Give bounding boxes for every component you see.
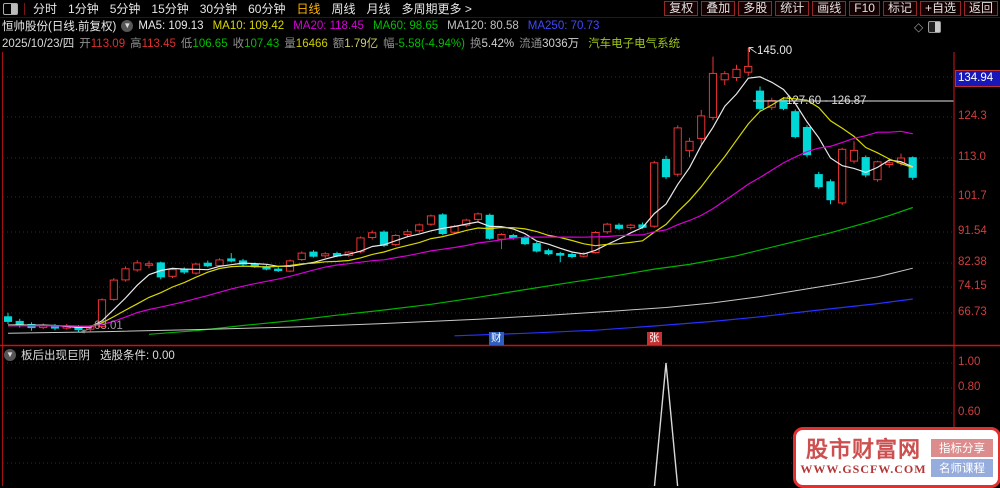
period-tab-日线[interactable]: 日线 bbox=[296, 0, 320, 17]
period-tab-周线[interactable]: 周线 bbox=[331, 0, 355, 17]
annotation-lines bbox=[79, 47, 954, 334]
price-tick-label: 66.73 bbox=[958, 306, 987, 318]
period-tab-月线[interactable]: 月线 bbox=[367, 0, 391, 17]
quote-field-幅: 幅-5.58(-4.94%) bbox=[383, 37, 465, 50]
quote-info-row: 2025/10/23/四 开113.09 高113.45 低106.65 收107.4… bbox=[2, 35, 680, 51]
price-tick-label: 101.7 bbox=[958, 190, 987, 202]
axis-highlight-price: 134.94 bbox=[955, 70, 1000, 87]
price-tick-label: 74.15 bbox=[958, 280, 987, 292]
tool-button-返回[interactable]: 返回 bbox=[963, 1, 998, 16]
quote-fields: 开113.09 高113.45 低106.65 收107.43 量16466 额1.79亿… bbox=[79, 35, 584, 51]
highest-price-label: 145.00 bbox=[757, 45, 793, 57]
period-tab-60分钟[interactable]: 60分钟 bbox=[248, 0, 285, 17]
ma-legend-item: MA60: 98.65 bbox=[372, 20, 439, 32]
ma-line-MA60 bbox=[148, 206, 913, 335]
tool-button-F10[interactable]: F10 bbox=[849, 1, 880, 16]
ma-lines bbox=[7, 76, 914, 337]
trade-date: 2025/10/23/四 bbox=[2, 37, 75, 50]
quote-field-收: 收107.43 bbox=[232, 37, 280, 50]
quote-field-开: 开113.09 bbox=[79, 37, 126, 50]
window-split-icon[interactable] bbox=[928, 21, 942, 33]
tool-button-复权[interactable]: 复权 bbox=[664, 1, 699, 16]
tool-button-叠加[interactable]: 叠加 bbox=[701, 1, 736, 16]
price-tick-label: 113.0 bbox=[958, 151, 986, 163]
ma-legend-item: MA120: 80.58 bbox=[447, 20, 519, 32]
tool-button-统计[interactable]: 统计 bbox=[775, 1, 810, 16]
indicator-condition-value: 选股条件: 0.00 bbox=[100, 350, 175, 362]
indicator-tick-label: 0.60 bbox=[958, 406, 981, 418]
indicator-tick-label: 0.80 bbox=[958, 381, 981, 393]
period-tab-多周期[interactable]: 多周期 bbox=[402, 0, 438, 17]
lowest-price-label: 63.01 bbox=[94, 320, 123, 332]
diamond-icon[interactable]: ◇ bbox=[914, 20, 923, 34]
quote-field-量: 量16466 bbox=[284, 37, 328, 50]
watermark-badge-teacher-course: 名师课程 bbox=[931, 458, 993, 477]
price-tick-label: 124.3 bbox=[958, 110, 987, 122]
watermark-card: 股市财富网 WWW.GSCFW.COM 指标分享 名师课程 bbox=[793, 427, 1000, 488]
price-tick-label: 82.38 bbox=[958, 256, 987, 268]
watermark-badge-indicator-share: 指标分享 bbox=[931, 438, 993, 457]
tool-button-画线[interactable]: 画线 bbox=[812, 1, 847, 16]
frame-lines bbox=[0, 52, 1000, 486]
ma-line-MA250 bbox=[454, 298, 913, 337]
ma-line-MA5 bbox=[7, 76, 914, 329]
right-button-group: 复权 叠加 多股 统计 画线 F10 标记 +自选 返回 bbox=[661, 1, 998, 16]
stock-info-row: 恒帅股份(日线.前复权) ▼ MA5: 109.13 MA10: 109.42 MA… bbox=[2, 19, 608, 33]
mini-icon-group: ◇ bbox=[914, 20, 942, 34]
period-tab-15分钟[interactable]: 15分钟 bbox=[151, 0, 188, 17]
watermark-url: WWW.GSCFW.COM bbox=[800, 462, 927, 476]
watermark-char-zhang: 张 bbox=[647, 332, 662, 345]
indicator-spike bbox=[653, 362, 679, 486]
period-tab-list: 分时 1分钟 5分钟 15分钟 30分钟 60分钟 日线 周线 月线 多周期 bbox=[33, 0, 438, 17]
ma-legend: MA5: 109.13 MA10: 109.42 MA20: 118.45 MA60:… bbox=[138, 20, 608, 32]
tool-button-标记[interactable]: 标记 bbox=[882, 1, 917, 16]
period-tab-30分钟[interactable]: 30分钟 bbox=[200, 0, 237, 17]
period-tab-5分钟[interactable]: 5分钟 bbox=[110, 0, 141, 17]
ma-line-MA10 bbox=[7, 97, 913, 327]
watermark-char-cai: 财 bbox=[489, 332, 504, 345]
top-toolbar: 分时 1分钟 5分钟 15分钟 30分钟 60分钟 日线 周线 月线 多周期 更多 > 复权 叠加多… bbox=[0, 0, 1000, 18]
quote-field-额: 额1.79亿 bbox=[332, 37, 379, 50]
watermark-site-name: 股市财富网 bbox=[805, 437, 921, 462]
chevron-down-icon[interactable]: ▼ bbox=[121, 20, 134, 32]
period-tab-1分钟[interactable]: 1分钟 bbox=[68, 0, 99, 17]
drawn-line-price-label: 127.60 - 126.87 bbox=[786, 95, 867, 107]
panel-toggle-icon[interactable] bbox=[3, 2, 18, 15]
quote-field-流通: 流通3036万 bbox=[519, 37, 580, 50]
tool-button-多股[interactable]: 多股 bbox=[738, 1, 773, 16]
ma-legend-item: MA250: 70.73 bbox=[527, 20, 600, 32]
ma-line-MA20 bbox=[8, 130, 913, 327]
tool-button-+自选[interactable]: +自选 bbox=[919, 1, 961, 16]
indicator-tick-label: 1.00 bbox=[958, 356, 981, 368]
chart-canvas[interactable] bbox=[0, 0, 1000, 486]
quote-field-低: 低106.65 bbox=[180, 37, 228, 50]
price-tick-label: 91.54 bbox=[958, 225, 987, 237]
ma-legend-item: MA20: 118.45 bbox=[293, 20, 364, 32]
indicator-name[interactable]: 板后出现巨阴 bbox=[21, 347, 90, 363]
ma-legend-item: MA10: 109.42 bbox=[212, 20, 285, 32]
quote-field-高: 高113.45 bbox=[130, 37, 176, 50]
stock-title: 恒帅股份(日线.前复权) bbox=[2, 21, 117, 33]
candlestick-series bbox=[3, 48, 917, 333]
ma-legend-item: MA5: 109.13 bbox=[138, 20, 204, 32]
chevron-down-icon[interactable]: ▼ bbox=[4, 349, 16, 361]
watermark-badges: 指标分享 名师课程 bbox=[931, 437, 993, 479]
watermark-text-block: 股市财富网 WWW.GSCFW.COM bbox=[796, 438, 931, 477]
quote-field-换: 换5.42% bbox=[469, 37, 515, 50]
more-periods-button[interactable]: 更多 > bbox=[438, 0, 472, 17]
toolbar-divider bbox=[24, 2, 25, 15]
industry-label[interactable]: 汽车电子电气系统 bbox=[588, 35, 680, 51]
indicator-panel-header: ▼ 板后出现巨阴 选股条件: 0.00 bbox=[4, 347, 175, 363]
period-tab-分时[interactable]: 分时 bbox=[33, 0, 57, 17]
